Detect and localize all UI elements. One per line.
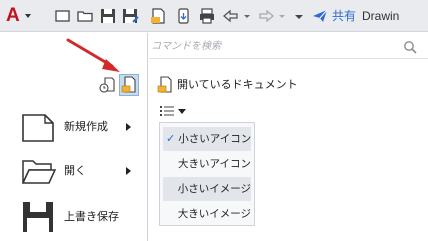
share-label: 共有	[332, 9, 357, 23]
window-title: Drawin	[362, 9, 400, 23]
view-option-large-icons[interactable]: 大きいアイコン	[163, 152, 251, 176]
open-documents-icon[interactable]	[119, 74, 139, 96]
menu-item-save-label: 上書き保存	[64, 210, 119, 223]
view-options-button[interactable]	[159, 101, 189, 121]
menu-item-new[interactable]: 新規作成	[20, 109, 145, 145]
open-documents-section-header: 開いているドキュメント	[157, 76, 298, 94]
new-icon[interactable]	[52, 6, 72, 26]
search-icon	[404, 41, 417, 54]
undo-icon[interactable]	[221, 6, 241, 26]
share-button[interactable]: 共有	[312, 8, 356, 24]
application-menu-button[interactable]: A	[4, 5, 42, 27]
section-title: 開いているドキュメント	[177, 78, 298, 91]
chevron-down-icon	[24, 14, 31, 18]
quick-access-toolbar: A 共有 Drawin	[0, 0, 428, 32]
search-placeholder: コマンドを検索	[151, 41, 221, 52]
view-option-label: 大きいアイコン	[178, 158, 251, 170]
open-from-web-icon[interactable]	[148, 6, 168, 26]
menu-item-open[interactable]: 開く	[20, 153, 145, 189]
recent-documents-icon[interactable]	[98, 76, 116, 94]
view-option-small-images[interactable]: 小さいイメージ	[163, 177, 251, 201]
menu-item-new-label: 新規作成	[64, 120, 108, 133]
autocad-logo-icon: A	[6, 5, 20, 26]
view-option-label: 小さいアイコン	[178, 133, 252, 145]
application-menu-right-panel: コマンドを検索 開いているドキュメント ✓ 小さいアイコン 大きいアイコン 小さ…	[149, 33, 428, 241]
undo-dropdown-icon[interactable]	[242, 6, 252, 26]
redo-dropdown-icon[interactable]	[277, 6, 287, 26]
save-icon[interactable]	[98, 6, 118, 26]
save-as-icon[interactable]	[120, 6, 140, 26]
chevron-down-icon	[178, 108, 186, 114]
new-document-icon	[22, 114, 54, 142]
view-options-dropdown: ✓ 小さいアイコン 大きいアイコン 小さいイメージ 大きいイメージ	[159, 122, 255, 226]
save-floppy-icon	[23, 202, 53, 232]
command-search[interactable]: コマンドを検索	[149, 35, 428, 59]
checkmark-icon: ✓	[166, 132, 176, 145]
submenu-arrow-icon	[126, 167, 131, 175]
share-paper-plane-icon	[313, 9, 328, 22]
menu-item-save[interactable]: 上書き保存	[20, 199, 145, 235]
list-view-icon	[160, 106, 174, 116]
submenu-arrow-icon	[126, 123, 131, 131]
folder-open-icon	[21, 160, 56, 184]
view-option-label: 小さいイメージ	[177, 183, 251, 195]
redo-icon[interactable]	[256, 6, 276, 26]
print-icon[interactable]	[197, 6, 217, 26]
menu-item-open-label: 開く	[64, 164, 86, 177]
view-option-label: 大きいイメージ	[177, 208, 251, 220]
open-documents-icon	[157, 76, 172, 93]
document-view-toggle	[98, 74, 142, 96]
view-option-small-icons[interactable]: ✓ 小さいアイコン	[163, 127, 251, 151]
save-to-web-icon[interactable]	[173, 6, 193, 26]
customize-caret-icon[interactable]	[292, 6, 306, 26]
application-menu-left-panel: 新規作成 開く 上書き保存	[0, 33, 148, 241]
open-icon[interactable]	[75, 6, 95, 26]
view-option-large-images[interactable]: 大きいイメージ	[163, 202, 251, 226]
